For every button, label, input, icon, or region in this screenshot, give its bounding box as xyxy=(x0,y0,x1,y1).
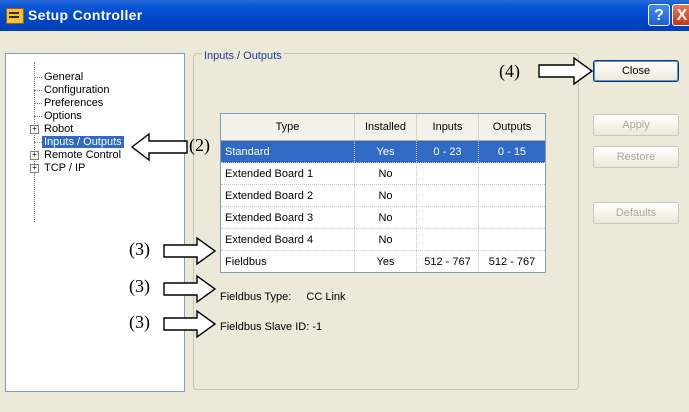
cell-installed: No xyxy=(355,185,417,206)
tree-item-remote-control[interactable]: Remote Control xyxy=(44,149,121,162)
cell-inputs xyxy=(417,185,479,206)
callout-3-fieldbus: (3) xyxy=(129,239,150,259)
cell-inputs: 512 - 767 xyxy=(417,251,479,272)
title-bar[interactable]: Setup Controller ? X xyxy=(0,0,689,31)
callout-4-arrow-icon xyxy=(538,56,594,86)
cell-installed: No xyxy=(355,229,417,250)
expand-tcp-ip-icon[interactable]: + xyxy=(30,164,39,173)
help-button[interactable]: ? xyxy=(648,4,670,26)
cell-type: Extended Board 3 xyxy=(221,207,355,228)
apply-button[interactable]: Apply xyxy=(593,114,679,136)
callout-3-slave-id-arrow-icon xyxy=(163,309,217,339)
cell-inputs: 0 - 23 xyxy=(417,141,479,162)
expand-robot-icon[interactable]: + xyxy=(30,125,39,134)
fieldbus-type-value: CC Link xyxy=(306,291,346,303)
tree-item-options[interactable]: Options xyxy=(44,110,82,123)
callout-2: (2) xyxy=(189,135,210,155)
tree-connector xyxy=(34,77,42,78)
callout-3-type-arrow-icon xyxy=(163,274,217,304)
tree-item-label: Preferences xyxy=(44,97,104,109)
app-icon xyxy=(6,8,24,24)
io-table[interactable]: Type Installed Inputs Outputs Standard Y… xyxy=(220,113,546,273)
window-close-button[interactable]: X xyxy=(672,4,689,26)
callout-3-type: (3) xyxy=(129,276,150,296)
restore-button[interactable]: Restore xyxy=(593,146,679,168)
dialog-client: General Configuration Preferences Option… xyxy=(5,38,683,406)
callout-3-slave-id: (3) xyxy=(129,312,150,332)
tree-connector xyxy=(34,90,42,91)
table-row-extended-board-3[interactable]: Extended Board 3 No xyxy=(221,207,545,229)
cell-type: Standard xyxy=(221,141,355,162)
tree-item-label: Configuration xyxy=(44,84,110,96)
cell-installed: No xyxy=(355,207,417,228)
cell-outputs: 512 - 767 xyxy=(488,255,536,268)
tree-item-configuration[interactable]: Configuration xyxy=(44,84,109,97)
close-button[interactable]: Close xyxy=(593,60,679,82)
tree-item-label: TCP / IP xyxy=(44,162,86,174)
tree-item-robot[interactable]: Robot xyxy=(44,123,73,136)
cell-inputs xyxy=(417,229,479,250)
cell-inputs xyxy=(417,207,479,228)
tree-item-tcp-ip[interactable]: TCP / IP xyxy=(44,162,85,175)
cell-inputs xyxy=(417,163,479,184)
callout-4: (4) xyxy=(499,61,520,81)
settings-tree[interactable]: General Configuration Preferences Option… xyxy=(5,53,185,392)
cell-type: Extended Board 2 xyxy=(221,185,355,206)
cell-outputs: 0 - 15 xyxy=(497,145,527,158)
fieldbus-slave-id-line: Fieldbus Slave ID: -1 xyxy=(220,321,322,333)
table-row-extended-board-4[interactable]: Extended Board 4 No xyxy=(221,229,545,251)
cell-outputs xyxy=(479,207,545,228)
column-header-outputs[interactable]: Outputs xyxy=(479,114,545,140)
column-header-inputs[interactable]: Inputs xyxy=(417,114,479,140)
defaults-button[interactable]: Defaults xyxy=(593,202,679,224)
tree-connector xyxy=(34,103,42,104)
tree-item-label: Inputs / Outputs xyxy=(42,136,124,148)
tree-item-general[interactable]: General xyxy=(44,71,83,84)
fieldbus-type-line: Fieldbus Type: CC Link xyxy=(220,291,346,303)
tree-item-preferences[interactable]: Preferences xyxy=(44,97,103,110)
table-row-extended-board-2[interactable]: Extended Board 2 No xyxy=(221,185,545,207)
tree-item-label: Remote Control xyxy=(44,149,122,161)
column-header-installed[interactable]: Installed xyxy=(355,114,417,140)
table-header: Type Installed Inputs Outputs xyxy=(221,114,545,141)
cell-type: Extended Board 4 xyxy=(221,229,355,250)
tree-item-label: General xyxy=(44,71,84,83)
cell-outputs xyxy=(479,163,545,184)
expand-remote-control-icon[interactable]: + xyxy=(30,151,39,160)
table-row-extended-board-1[interactable]: Extended Board 1 No xyxy=(221,163,545,185)
setup-controller-window: Setup Controller ? X General Configurati… xyxy=(0,0,689,412)
cell-installed: Yes xyxy=(355,251,417,272)
fieldbus-type-label: Fieldbus Type: xyxy=(220,291,292,303)
fieldbus-slave-id-label: Fieldbus Slave ID: xyxy=(220,321,310,333)
cell-type: Fieldbus xyxy=(221,251,355,272)
fieldbus-slave-id-value: -1 xyxy=(312,321,323,333)
callout-3-fieldbus-arrow-icon xyxy=(163,236,217,266)
column-header-type[interactable]: Type xyxy=(221,114,355,140)
window-title: Setup Controller xyxy=(28,7,143,23)
cell-type: Extended Board 1 xyxy=(221,163,355,184)
cell-installed: No xyxy=(355,163,417,184)
tree-item-inputs-outputs[interactable]: Inputs / Outputs xyxy=(42,136,130,149)
cell-installed: Yes xyxy=(355,141,417,162)
cell-outputs xyxy=(479,229,545,250)
group-title: Inputs / Outputs xyxy=(202,50,284,62)
tree-connector xyxy=(34,116,42,117)
callout-2-arrow-icon xyxy=(131,132,188,162)
tree-connector xyxy=(34,142,42,143)
cell-outputs xyxy=(479,185,545,206)
tree-item-label: Robot xyxy=(44,123,74,135)
tree-item-label: Options xyxy=(44,110,82,122)
table-row-fieldbus[interactable]: Fieldbus Yes 512 - 767 512 - 767 xyxy=(221,251,545,272)
table-row-standard[interactable]: Standard Yes 0 - 23 0 - 15 xyxy=(221,141,545,163)
